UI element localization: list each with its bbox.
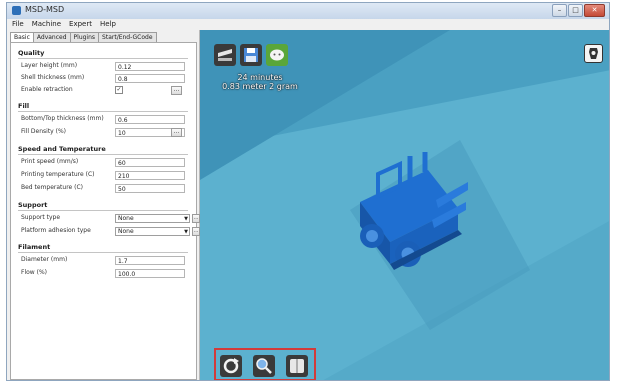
close-button[interactable]: ✕ (584, 4, 605, 17)
bed-temperature-input[interactable]: 50 (115, 184, 185, 193)
print-speed-input[interactable]: 60 (115, 158, 185, 167)
window-controls: – □ ✕ (552, 4, 605, 17)
settings-panel: Basic Advanced Plugins Start/End-GCode Q… (7, 30, 200, 380)
window-title: MSD-MSD (25, 5, 65, 14)
settings-tabs: Basic Advanced Plugins Start/End-GCode (10, 32, 157, 42)
fill-density-label: Fill Density (%) (21, 128, 67, 135)
section-filament: Filament (18, 243, 51, 251)
section-quality: Quality (18, 49, 45, 57)
layer-height-label: Layer height (mm) (21, 62, 78, 69)
diameter-input[interactable]: 1.7 (115, 256, 185, 265)
flow-label: Flow (%) (21, 269, 47, 276)
chevron-down-icon: ▼ (184, 229, 188, 235)
tab-plugins[interactable]: Plugins (69, 32, 100, 42)
model-tools-toolbar (214, 348, 316, 380)
printing-temperature-label: Printing temperature (C) (21, 171, 95, 178)
print-speed-label: Print speed (mm/s) (21, 158, 79, 165)
support-type-value: None (118, 215, 134, 222)
divider (18, 154, 188, 155)
bottom-top-thickness-input[interactable]: 0.6 (115, 115, 185, 124)
divider (18, 252, 188, 253)
divider (18, 58, 188, 59)
diameter-label: Diameter (mm) (21, 256, 68, 263)
3d-viewport[interactable]: 24 minutes 0.83 meter 2 gram (200, 30, 609, 380)
menu-expert[interactable]: Expert (69, 19, 92, 30)
section-fill: Fill (18, 102, 30, 110)
tab-basic[interactable]: Basic (10, 32, 34, 42)
support-type-label: Support type (21, 214, 61, 221)
mirror-icon[interactable] (286, 355, 308, 377)
print-time-text: 24 minutes (237, 73, 283, 82)
enable-retraction-checkbox[interactable]: ✓ (115, 86, 123, 94)
minimize-button[interactable]: – (552, 4, 567, 17)
tab-advanced[interactable]: Advanced (32, 32, 71, 42)
platform-adhesion-label: Platform adhesion type (21, 227, 91, 234)
tab-start-end-gcode[interactable]: Start/End-GCode (98, 32, 157, 42)
section-speed-temperature: Speed and Temperature (18, 145, 106, 153)
title-bar: MSD-MSD – □ ✕ (7, 3, 609, 19)
forklift-model[interactable] (340, 150, 470, 300)
shell-thickness-input[interactable]: 0.8 (115, 74, 185, 83)
fill-settings-button[interactable]: ... (171, 128, 182, 137)
load-model-icon[interactable] (214, 44, 236, 66)
app-icon (12, 6, 21, 15)
menu-bar: File Machine Expert Help (7, 19, 609, 30)
layer-height-input[interactable]: 0.12 (115, 62, 185, 71)
save-gcode-icon[interactable] (240, 44, 262, 66)
share-icon[interactable] (266, 44, 288, 66)
support-type-select[interactable]: None ▼ (115, 214, 190, 223)
printing-temperature-input[interactable]: 210 (115, 171, 185, 180)
app-window: MSD-MSD – □ ✕ File Machine Expert Help B… (6, 2, 610, 381)
support-settings-button[interactable]: ... (192, 214, 200, 223)
menu-machine[interactable]: Machine (32, 19, 61, 30)
scale-icon[interactable] (253, 355, 275, 377)
adhesion-settings-button[interactable]: ... (192, 227, 200, 236)
enable-retraction-label: Enable retraction (21, 86, 73, 93)
flow-input[interactable]: 100.0 (115, 269, 185, 278)
platform-adhesion-select[interactable]: None ▼ (115, 227, 190, 236)
divider (18, 210, 188, 211)
chevron-down-icon: ▼ (184, 216, 188, 222)
section-support: Support (18, 201, 48, 209)
bottom-top-thickness-label: Bottom/Top thickness (mm) (21, 115, 104, 122)
divider (18, 111, 188, 112)
shell-thickness-label: Shell thickness (mm) (21, 74, 85, 81)
filament-usage-text: 0.83 meter 2 gram (222, 82, 298, 91)
bed-temperature-label: Bed temperature (C) (21, 184, 84, 191)
maximize-button[interactable]: □ (568, 4, 583, 17)
menu-file[interactable]: File (12, 19, 24, 30)
view-mode-icon[interactable] (584, 44, 603, 63)
menu-help[interactable]: Help (100, 19, 116, 30)
rotate-icon[interactable] (220, 355, 242, 377)
platform-adhesion-value: None (118, 228, 134, 235)
basic-settings: Quality Layer height (mm) 0.12 Shell thi… (10, 42, 200, 380)
retraction-settings-button[interactable]: ... (171, 86, 182, 95)
